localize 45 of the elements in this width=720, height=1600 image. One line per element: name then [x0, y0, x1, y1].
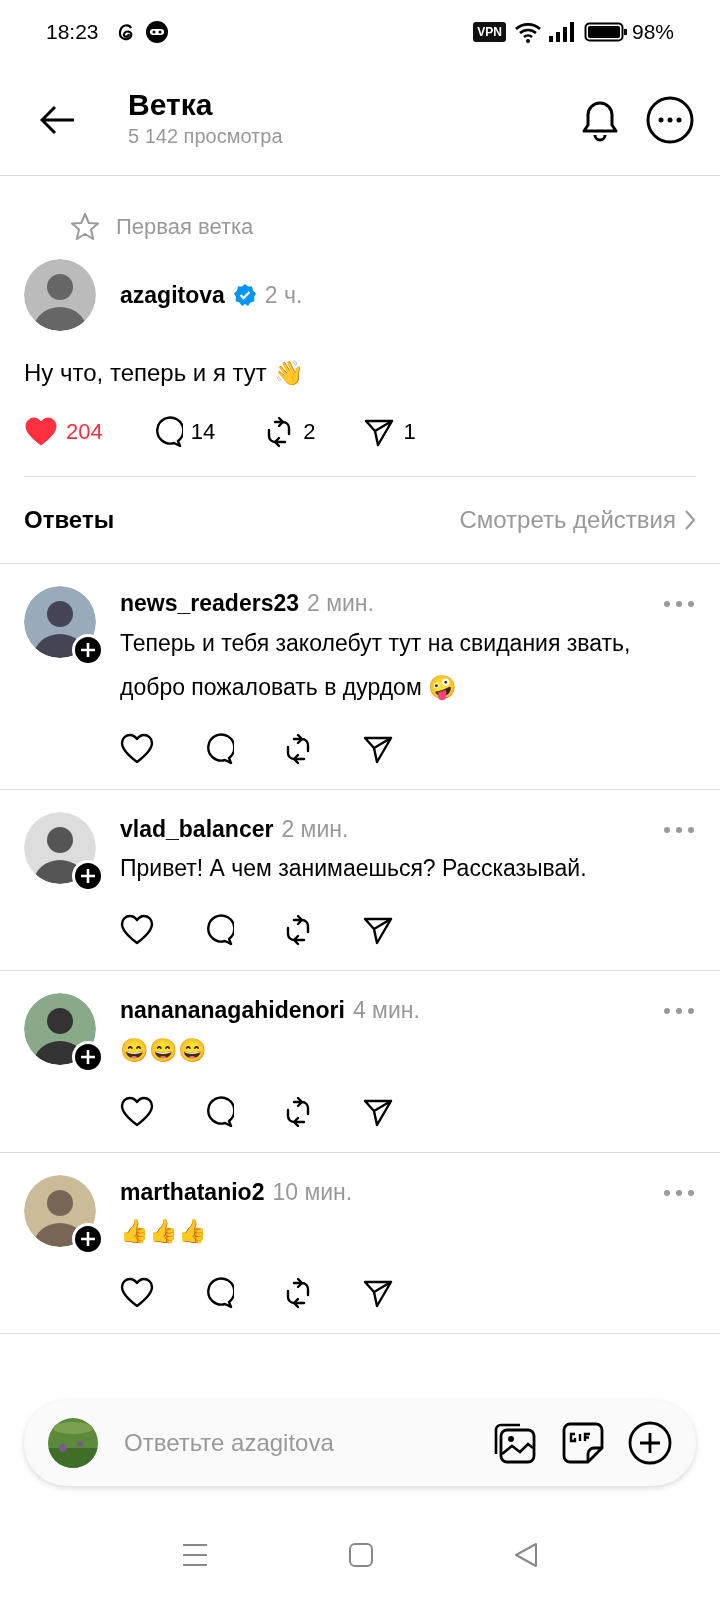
follow-icon[interactable] — [72, 1041, 104, 1073]
gif-sticker-icon[interactable] — [562, 1422, 604, 1464]
username[interactable]: vlad_balancer — [120, 811, 274, 846]
status-time: 18:23 — [46, 19, 99, 46]
reply-text: Теперь и тебя заколебут тут на свидания звать, добро пожаловать в дурдом 🤪 — [120, 628, 632, 702]
star-icon — [70, 211, 100, 242]
heart-icon[interactable] — [120, 914, 154, 946]
vpn-indicator: VPN — [473, 22, 506, 42]
reply-text: 👍👍👍 — [120, 1217, 208, 1246]
repost-count: 2 — [303, 418, 316, 446]
chevron-icon — [684, 509, 696, 531]
page-title: Ветка — [128, 88, 214, 121]
reply-text: Привет! А чем занимаешься? Рассказывай. — [120, 854, 588, 883]
pinned-label: Первая ветка — [116, 213, 254, 241]
like-count: 204 — [66, 418, 103, 446]
username[interactable]: azagitova — [120, 277, 225, 313]
username[interactable]: news_readers23 — [120, 586, 299, 621]
reply-time: 10 мин. — [272, 1177, 353, 1207]
follow-icon[interactable] — [72, 859, 104, 892]
username[interactable]: nanananagahidenori — [120, 993, 345, 1028]
reply-text: 😄😄😄 — [120, 1035, 208, 1065]
signal-icon — [547, 21, 576, 43]
battery-icon — [583, 21, 628, 43]
reply-count: 14 — [190, 418, 216, 446]
view-count: 5 142 просмотра — [128, 124, 283, 149]
follow-icon[interactable] — [72, 1222, 104, 1255]
follow-icon[interactable] — [72, 634, 104, 666]
replies-heading: Ответы — [24, 505, 115, 535]
heart-icon[interactable] — [120, 1277, 154, 1309]
reply-time: 4 мин. — [352, 996, 420, 1025]
back-icon[interactable] — [40, 104, 76, 135]
menu-icon[interactable] — [182, 1543, 208, 1567]
battery-level: 98% — [631, 19, 674, 46]
heart-icon[interactable] — [120, 1095, 154, 1128]
post-time: 2 ч. — [264, 280, 303, 310]
heart-icon[interactable] — [120, 732, 154, 765]
app-icon — [144, 20, 169, 44]
add-icon[interactable] — [628, 1421, 672, 1465]
more-icon[interactable] — [646, 95, 694, 144]
post-text: Ну что, теперь и я тут 👋 — [24, 358, 305, 388]
reply-time: 2 мин. — [281, 814, 349, 844]
share-count: 1 — [403, 418, 416, 446]
home-icon[interactable] — [348, 1542, 374, 1568]
reply-time: 2 мин. — [307, 589, 374, 618]
username[interactable]: marthatanio2 — [120, 1174, 265, 1209]
